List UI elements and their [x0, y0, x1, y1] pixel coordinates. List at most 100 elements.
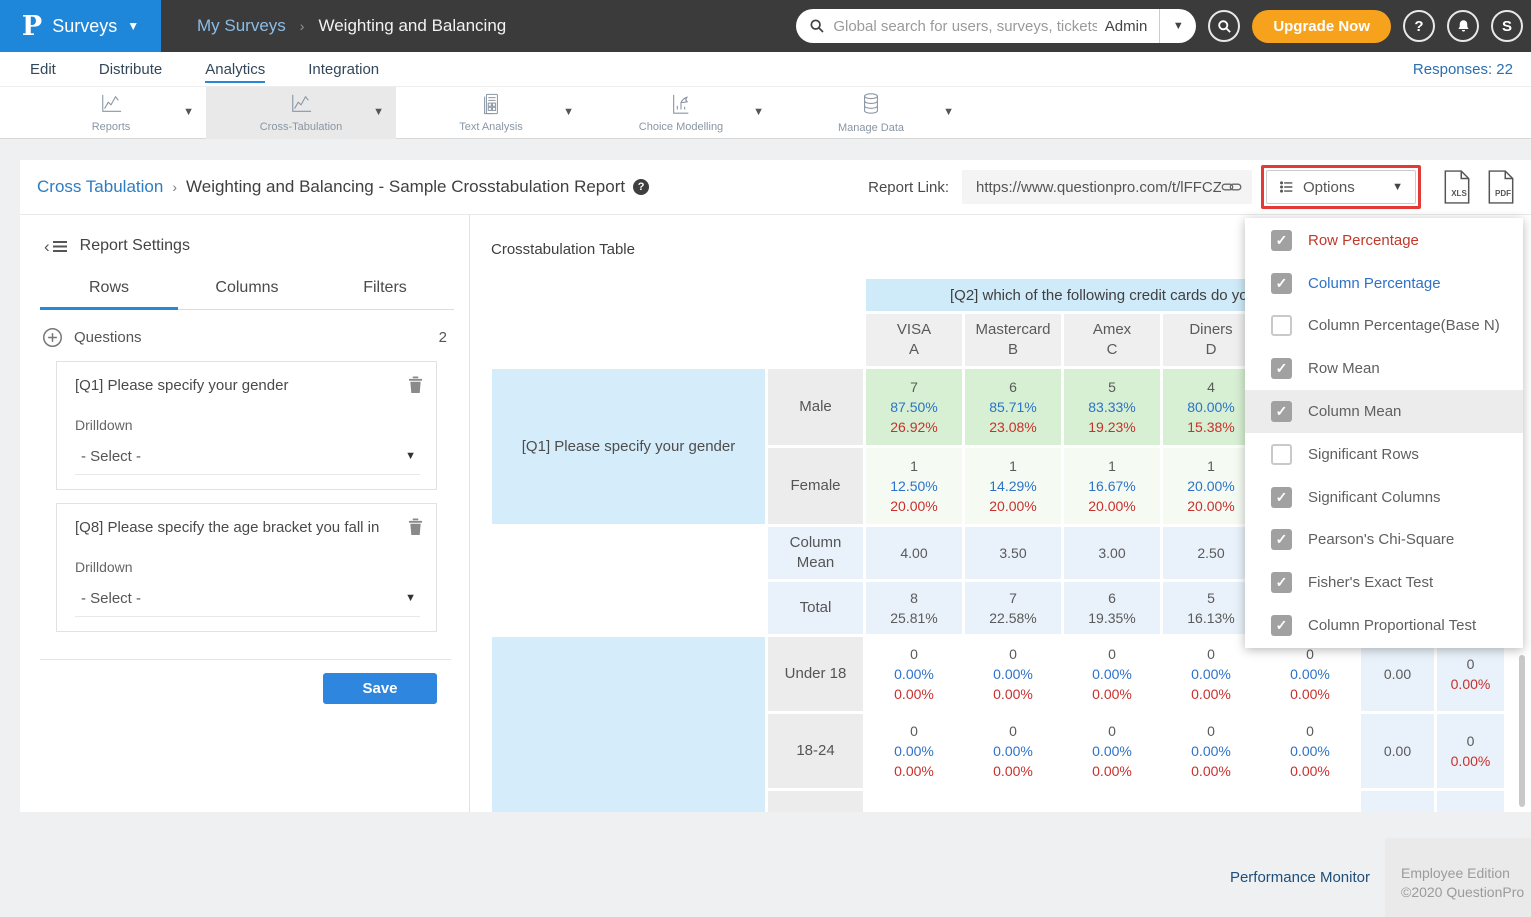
edition-panel: Employee Edition ©2020 QuestionPro — [1385, 838, 1531, 917]
vertical-scrollbar[interactable] — [1519, 655, 1525, 807]
notifications-button[interactable] — [1447, 10, 1479, 42]
toolbar-item-label: Choice Modelling — [639, 121, 723, 133]
line-chart-icon — [289, 93, 313, 120]
tab-analytics[interactable]: Analytics — [205, 55, 265, 83]
toolbar-item-reports[interactable]: Reports ▼ — [16, 87, 206, 139]
avatar-initial: S — [1502, 18, 1512, 35]
toolbar-item-label: Reports — [92, 121, 131, 133]
title-help-icon[interactable]: ? — [633, 179, 649, 195]
data-cell: 00.00%0.00% — [1163, 714, 1259, 788]
data-cell: 4.00 — [866, 527, 962, 579]
menu-item-label: Significant Rows — [1308, 446, 1419, 463]
checkbox-checked-icon[interactable]: ✓ — [1271, 230, 1292, 251]
upgrade-now-button[interactable]: Upgrade Now — [1252, 10, 1391, 43]
delete-question-button[interactable] — [408, 376, 423, 396]
save-button[interactable]: Save — [323, 673, 437, 704]
toolbar-item-label: Text Analysis — [459, 121, 523, 133]
report-settings-title: Report Settings — [80, 237, 190, 255]
collapse-panel-icon: ‹ — [44, 238, 68, 255]
row-question-q8 — [492, 637, 765, 812]
search-submit-button[interactable] — [1208, 10, 1240, 42]
checkbox-checked-icon[interactable]: ✓ — [1271, 487, 1292, 508]
chevron-down-icon[interactable]: ▼ — [563, 107, 574, 118]
options-dropdown-menu: ✓ Row Percentage ✓Column Percentage Column … — [1245, 218, 1523, 648]
product-name: Surveys — [52, 16, 117, 37]
report-link-field[interactable]: https://www.questionpro.com/t/lFFCZg — [962, 170, 1252, 204]
delete-question-button[interactable] — [408, 518, 423, 538]
report-settings-toggle[interactable]: ‹ Report Settings — [44, 237, 469, 255]
export-xls-button[interactable]: XLS — [1443, 170, 1473, 204]
chevron-down-icon: ▼ — [405, 451, 416, 462]
tab-filters[interactable]: Filters — [316, 279, 454, 309]
add-question-icon[interactable] — [42, 327, 63, 348]
menu-item-row-mean[interactable]: ✓Row Mean — [1245, 347, 1523, 390]
checkbox-checked-icon[interactable]: ✓ — [1271, 273, 1292, 294]
search-scope-dropdown[interactable]: ▼ — [1160, 9, 1196, 43]
table-cell — [1064, 791, 1160, 812]
tab-columns[interactable]: Columns — [178, 279, 316, 309]
data-cell: 00.00%0.00% — [866, 637, 962, 711]
line-chart-icon — [99, 93, 123, 120]
report-settings-panel: ‹ Report Settings Rows Columns Filters Q… — [20, 215, 470, 812]
toolbar-item-manage-data[interactable]: Manage Data▼ — [776, 87, 966, 139]
options-highlight-annotation: Options ▼ — [1261, 165, 1421, 209]
menu-item-column-mean[interactable]: ✓ Column Mean — [1245, 390, 1523, 433]
menu-item-row-percentage[interactable]: ✓ Row Percentage — [1245, 219, 1523, 262]
checkbox-checked-icon[interactable]: ✓ — [1271, 572, 1292, 593]
checkbox-checked-icon[interactable]: ✓ — [1271, 401, 1292, 422]
toolbar-item-choice-modelling[interactable]: Choice Modelling ▼ — [586, 87, 776, 139]
menu-item-fisher-s-exact-test[interactable]: ✓Fisher's Exact Test — [1245, 561, 1523, 604]
questions-label: Questions — [74, 329, 142, 346]
menu-item-significant-rows[interactable]: Significant Rows — [1245, 433, 1523, 476]
row-mean-cell: 0.00 — [1361, 637, 1434, 711]
menu-item-label: Significant Columns — [1308, 489, 1441, 506]
chevron-down-icon[interactable]: ▼ — [753, 107, 764, 118]
checkbox-checked-icon[interactable]: ✓ — [1271, 615, 1292, 636]
column-header-visa: VISAA — [866, 314, 962, 366]
menu-item-pearson-s-chi-square[interactable]: ✓ Pearson's Chi-Square — [1245, 519, 1523, 562]
menu-item-column-percentage-base-n-[interactable]: Column Percentage(Base N) — [1245, 305, 1523, 348]
tab-rows[interactable]: Rows — [40, 279, 178, 310]
divider — [40, 659, 451, 660]
performance-monitor-link[interactable]: Performance Monitor — [1230, 869, 1370, 886]
help-button[interactable]: ? — [1403, 10, 1435, 42]
drilldown-select-q1[interactable]: - Select - ▼ — [75, 448, 420, 475]
toolbar-item-label: Cross-Tabulation — [260, 121, 343, 133]
menu-item-significant-columns[interactable]: ✓ Significant Columns — [1245, 476, 1523, 519]
row-question-q1: [Q1] Please specify your gender — [492, 369, 765, 524]
chevron-down-icon[interactable]: ▼ — [183, 107, 194, 118]
toolbar-item-text-analysis[interactable]: Text Analysis ▼ — [396, 87, 586, 139]
account-avatar[interactable]: S — [1491, 10, 1523, 42]
chevron-down-icon[interactable]: ▼ — [373, 107, 384, 118]
menu-item-label: Column Mean — [1308, 403, 1401, 420]
link-icon[interactable] — [1221, 179, 1242, 195]
drilldown-label: Drilldown — [75, 559, 420, 575]
menu-item-label: Row Percentage — [1308, 232, 1419, 249]
row-total-cell: 00.00% — [1437, 714, 1504, 788]
data-cell: 114.29%20.00% — [965, 448, 1061, 524]
chevron-down-icon: ▼ — [405, 593, 416, 604]
options-button[interactable]: Options ▼ — [1266, 170, 1416, 204]
breadcrumb-cross-tabulation[interactable]: Cross Tabulation — [37, 177, 163, 197]
toolbar-item-cross-tabulation[interactable]: Cross-Tabulation ▼ — [206, 87, 396, 139]
menu-item-label: Pearson's Chi-Square — [1308, 531, 1454, 548]
checkbox-unchecked-icon[interactable] — [1271, 444, 1292, 465]
tab-distribute[interactable]: Distribute — [99, 55, 162, 83]
tab-integration[interactable]: Integration — [308, 55, 379, 83]
data-cell: 3.50 — [965, 527, 1061, 579]
drilldown-select-q8[interactable]: - Select - ▼ — [75, 590, 420, 617]
question-mark-icon: ? — [1414, 18, 1423, 35]
menu-item-label: Column Percentage(Base N) — [1308, 317, 1500, 334]
chevron-down-icon[interactable]: ▼ — [943, 107, 954, 118]
menu-item-column-proportional-test[interactable]: ✓Column Proportional Test — [1245, 604, 1523, 647]
breadcrumb-my-surveys[interactable]: My Surveys — [197, 16, 286, 36]
checkbox-unchecked-icon[interactable] — [1271, 315, 1292, 336]
product-switcher[interactable]: P Surveys ▼ — [0, 0, 161, 52]
data-cell: 00.00%0.00% — [1262, 714, 1358, 788]
checkbox-checked-icon[interactable]: ✓ — [1271, 358, 1292, 379]
export-pdf-button[interactable]: PDF — [1487, 170, 1517, 204]
search-input[interactable] — [825, 18, 1104, 35]
tab-edit[interactable]: Edit — [30, 55, 56, 83]
checkbox-checked-icon[interactable]: ✓ — [1271, 529, 1292, 550]
menu-item-column-percentage[interactable]: ✓Column Percentage — [1245, 262, 1523, 305]
